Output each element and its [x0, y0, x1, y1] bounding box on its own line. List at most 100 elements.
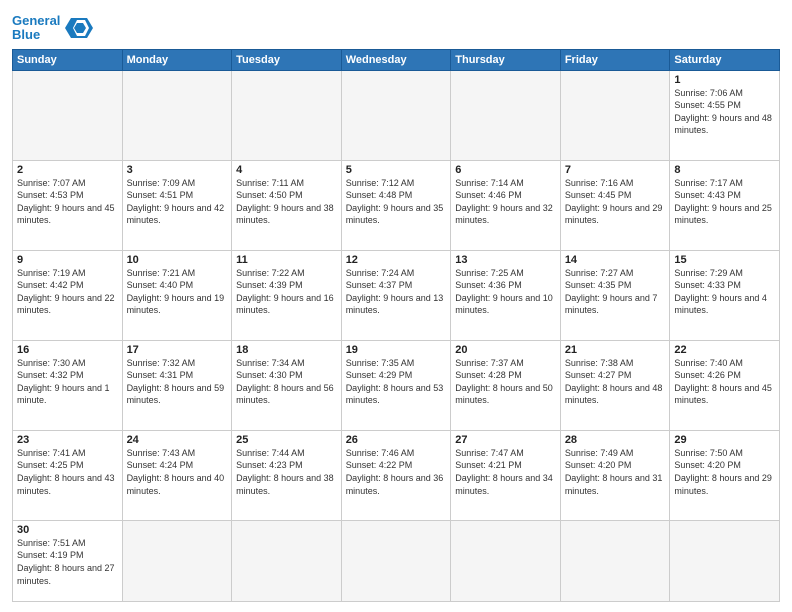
calendar-cell: 25Sunrise: 7:44 AM Sunset: 4:23 PM Dayli…	[232, 430, 342, 520]
day-number: 30	[17, 524, 118, 536]
day-info: Sunrise: 7:25 AM Sunset: 4:36 PM Dayligh…	[455, 267, 556, 317]
day-number: 4	[236, 164, 337, 176]
day-number: 27	[455, 434, 556, 446]
day-number: 21	[565, 344, 666, 356]
weekday-header-friday: Friday	[560, 49, 670, 70]
day-info: Sunrise: 7:09 AM Sunset: 4:51 PM Dayligh…	[127, 177, 228, 227]
calendar-cell	[451, 520, 561, 601]
calendar-cell	[341, 520, 451, 601]
day-info: Sunrise: 7:21 AM Sunset: 4:40 PM Dayligh…	[127, 267, 228, 317]
calendar-cell: 13Sunrise: 7:25 AM Sunset: 4:36 PM Dayli…	[451, 250, 561, 340]
calendar-cell: 14Sunrise: 7:27 AM Sunset: 4:35 PM Dayli…	[560, 250, 670, 340]
calendar-cell: 1Sunrise: 7:06 AM Sunset: 4:55 PM Daylig…	[670, 70, 780, 160]
day-number: 15	[674, 254, 775, 266]
weekday-header-tuesday: Tuesday	[232, 49, 342, 70]
calendar-cell: 21Sunrise: 7:38 AM Sunset: 4:27 PM Dayli…	[560, 340, 670, 430]
weekday-header-thursday: Thursday	[451, 49, 561, 70]
day-info: Sunrise: 7:32 AM Sunset: 4:31 PM Dayligh…	[127, 357, 228, 407]
calendar-week-2: 2Sunrise: 7:07 AM Sunset: 4:53 PM Daylig…	[13, 160, 780, 250]
day-info: Sunrise: 7:29 AM Sunset: 4:33 PM Dayligh…	[674, 267, 775, 317]
weekday-header-row: SundayMondayTuesdayWednesdayThursdayFrid…	[13, 49, 780, 70]
day-number: 9	[17, 254, 118, 266]
day-info: Sunrise: 7:07 AM Sunset: 4:53 PM Dayligh…	[17, 177, 118, 227]
day-info: Sunrise: 7:51 AM Sunset: 4:19 PM Dayligh…	[17, 537, 118, 587]
calendar-cell: 6Sunrise: 7:14 AM Sunset: 4:46 PM Daylig…	[451, 160, 561, 250]
day-info: Sunrise: 7:11 AM Sunset: 4:50 PM Dayligh…	[236, 177, 337, 227]
weekday-header-saturday: Saturday	[670, 49, 780, 70]
day-info: Sunrise: 7:17 AM Sunset: 4:43 PM Dayligh…	[674, 177, 775, 227]
day-info: Sunrise: 7:37 AM Sunset: 4:28 PM Dayligh…	[455, 357, 556, 407]
day-number: 8	[674, 164, 775, 176]
day-number: 14	[565, 254, 666, 266]
day-info: Sunrise: 7:40 AM Sunset: 4:26 PM Dayligh…	[674, 357, 775, 407]
calendar-week-1: 1Sunrise: 7:06 AM Sunset: 4:55 PM Daylig…	[13, 70, 780, 160]
header: General Blue	[12, 10, 780, 43]
day-number: 7	[565, 164, 666, 176]
day-number: 1	[674, 74, 775, 86]
calendar-cell	[13, 70, 123, 160]
calendar-cell	[670, 520, 780, 601]
day-number: 24	[127, 434, 228, 446]
logo-icon	[63, 14, 95, 42]
calendar-cell: 29Sunrise: 7:50 AM Sunset: 4:20 PM Dayli…	[670, 430, 780, 520]
calendar-cell: 7Sunrise: 7:16 AM Sunset: 4:45 PM Daylig…	[560, 160, 670, 250]
day-info: Sunrise: 7:14 AM Sunset: 4:46 PM Dayligh…	[455, 177, 556, 227]
logo-blue: Blue	[12, 27, 40, 42]
calendar-cell: 8Sunrise: 7:17 AM Sunset: 4:43 PM Daylig…	[670, 160, 780, 250]
calendar-cell: 9Sunrise: 7:19 AM Sunset: 4:42 PM Daylig…	[13, 250, 123, 340]
calendar-cell: 5Sunrise: 7:12 AM Sunset: 4:48 PM Daylig…	[341, 160, 451, 250]
calendar-cell: 16Sunrise: 7:30 AM Sunset: 4:32 PM Dayli…	[13, 340, 123, 430]
day-number: 22	[674, 344, 775, 356]
day-number: 19	[346, 344, 447, 356]
day-number: 29	[674, 434, 775, 446]
day-info: Sunrise: 7:12 AM Sunset: 4:48 PM Dayligh…	[346, 177, 447, 227]
calendar-week-5: 23Sunrise: 7:41 AM Sunset: 4:25 PM Dayli…	[13, 430, 780, 520]
day-info: Sunrise: 7:27 AM Sunset: 4:35 PM Dayligh…	[565, 267, 666, 317]
weekday-header-monday: Monday	[122, 49, 232, 70]
calendar-cell	[122, 70, 232, 160]
day-number: 2	[17, 164, 118, 176]
day-info: Sunrise: 7:34 AM Sunset: 4:30 PM Dayligh…	[236, 357, 337, 407]
page: General Blue SundayMondayTuesdayWednesda…	[0, 0, 792, 612]
day-number: 23	[17, 434, 118, 446]
calendar-cell: 27Sunrise: 7:47 AM Sunset: 4:21 PM Dayli…	[451, 430, 561, 520]
day-info: Sunrise: 7:35 AM Sunset: 4:29 PM Dayligh…	[346, 357, 447, 407]
day-number: 11	[236, 254, 337, 266]
calendar-cell: 10Sunrise: 7:21 AM Sunset: 4:40 PM Dayli…	[122, 250, 232, 340]
calendar-week-6: 30Sunrise: 7:51 AM Sunset: 4:19 PM Dayli…	[13, 520, 780, 601]
calendar-cell: 18Sunrise: 7:34 AM Sunset: 4:30 PM Dayli…	[232, 340, 342, 430]
day-info: Sunrise: 7:30 AM Sunset: 4:32 PM Dayligh…	[17, 357, 118, 407]
calendar-cell: 19Sunrise: 7:35 AM Sunset: 4:29 PM Dayli…	[341, 340, 451, 430]
calendar-cell: 15Sunrise: 7:29 AM Sunset: 4:33 PM Dayli…	[670, 250, 780, 340]
calendar-week-4: 16Sunrise: 7:30 AM Sunset: 4:32 PM Dayli…	[13, 340, 780, 430]
calendar-cell: 26Sunrise: 7:46 AM Sunset: 4:22 PM Dayli…	[341, 430, 451, 520]
day-number: 6	[455, 164, 556, 176]
day-number: 3	[127, 164, 228, 176]
weekday-header-sunday: Sunday	[13, 49, 123, 70]
calendar-cell	[122, 520, 232, 601]
day-number: 18	[236, 344, 337, 356]
day-number: 26	[346, 434, 447, 446]
day-info: Sunrise: 7:47 AM Sunset: 4:21 PM Dayligh…	[455, 447, 556, 497]
day-number: 5	[346, 164, 447, 176]
day-number: 12	[346, 254, 447, 266]
calendar-cell: 2Sunrise: 7:07 AM Sunset: 4:53 PM Daylig…	[13, 160, 123, 250]
day-info: Sunrise: 7:44 AM Sunset: 4:23 PM Dayligh…	[236, 447, 337, 497]
calendar-cell	[560, 520, 670, 601]
calendar-cell	[341, 70, 451, 160]
day-number: 13	[455, 254, 556, 266]
calendar: SundayMondayTuesdayWednesdayThursdayFrid…	[12, 49, 780, 602]
calendar-cell	[560, 70, 670, 160]
calendar-cell: 30Sunrise: 7:51 AM Sunset: 4:19 PM Dayli…	[13, 520, 123, 601]
calendar-cell	[451, 70, 561, 160]
day-number: 10	[127, 254, 228, 266]
day-info: Sunrise: 7:16 AM Sunset: 4:45 PM Dayligh…	[565, 177, 666, 227]
calendar-cell: 28Sunrise: 7:49 AM Sunset: 4:20 PM Dayli…	[560, 430, 670, 520]
day-info: Sunrise: 7:19 AM Sunset: 4:42 PM Dayligh…	[17, 267, 118, 317]
calendar-cell: 11Sunrise: 7:22 AM Sunset: 4:39 PM Dayli…	[232, 250, 342, 340]
calendar-cell: 4Sunrise: 7:11 AM Sunset: 4:50 PM Daylig…	[232, 160, 342, 250]
day-info: Sunrise: 7:49 AM Sunset: 4:20 PM Dayligh…	[565, 447, 666, 497]
day-info: Sunrise: 7:24 AM Sunset: 4:37 PM Dayligh…	[346, 267, 447, 317]
day-number: 20	[455, 344, 556, 356]
day-info: Sunrise: 7:41 AM Sunset: 4:25 PM Dayligh…	[17, 447, 118, 497]
